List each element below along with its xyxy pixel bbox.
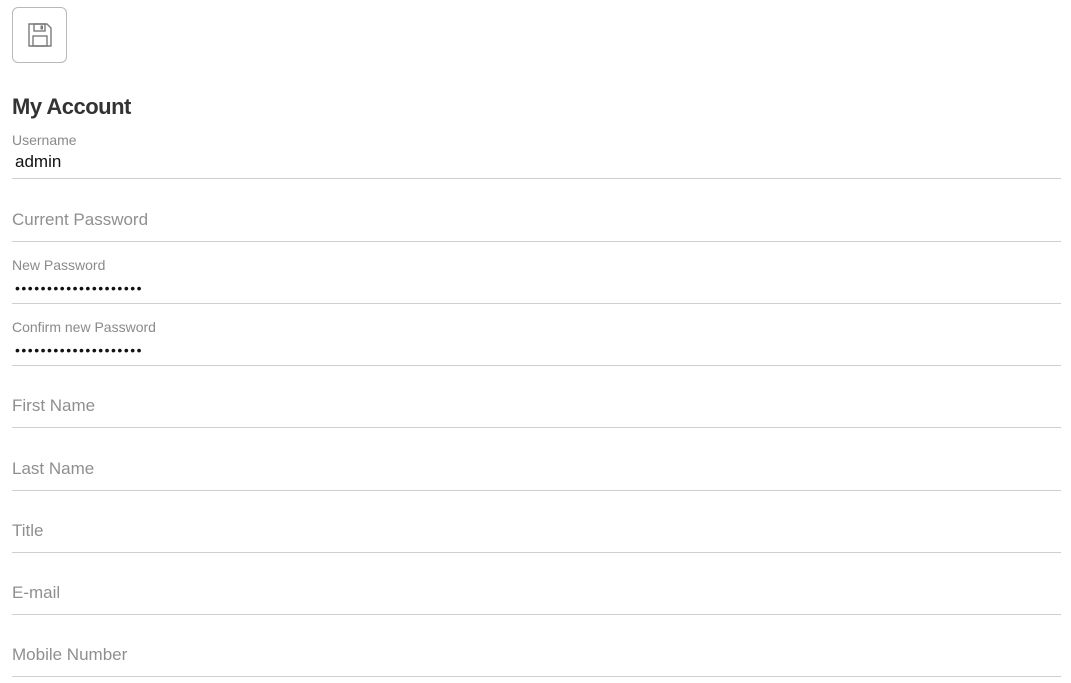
- new-password-value: ••••••••••••••••••••: [15, 280, 144, 296]
- confirm-password-value: ••••••••••••••••••••: [15, 342, 144, 358]
- mobile-number-placeholder: Mobile Number: [12, 645, 128, 664]
- page-title: My Account: [12, 94, 131, 119]
- confirm-password-label: Confirm new Password: [12, 319, 156, 335]
- last-name-field[interactable]: Last Name: [12, 428, 1061, 491]
- username-value: admin: [15, 152, 62, 171]
- new-password-field[interactable]: New Password ••••••••••••••••••••: [12, 242, 1061, 304]
- first-name-field[interactable]: First Name: [12, 366, 1061, 428]
- confirm-password-field[interactable]: Confirm new Password •••••••••••••••••••…: [12, 304, 1061, 366]
- username-field[interactable]: Username admin: [12, 131, 1061, 179]
- title-placeholder: Title: [12, 521, 44, 540]
- current-password-placeholder: Current Password: [12, 210, 149, 229]
- first-name-placeholder: First Name: [12, 396, 96, 415]
- title-field[interactable]: Title: [12, 491, 1061, 553]
- email-placeholder: E-mail: [12, 583, 61, 602]
- last-name-placeholder: Last Name: [12, 459, 95, 478]
- floppy-disk-icon: [27, 22, 53, 48]
- current-password-field[interactable]: Current Password: [12, 179, 1061, 242]
- mobile-number-field[interactable]: Mobile Number: [12, 615, 1061, 677]
- new-password-label: New Password: [12, 257, 106, 273]
- email-field[interactable]: E-mail: [12, 553, 1061, 615]
- save-button[interactable]: [12, 7, 67, 63]
- username-label: Username: [12, 132, 77, 148]
